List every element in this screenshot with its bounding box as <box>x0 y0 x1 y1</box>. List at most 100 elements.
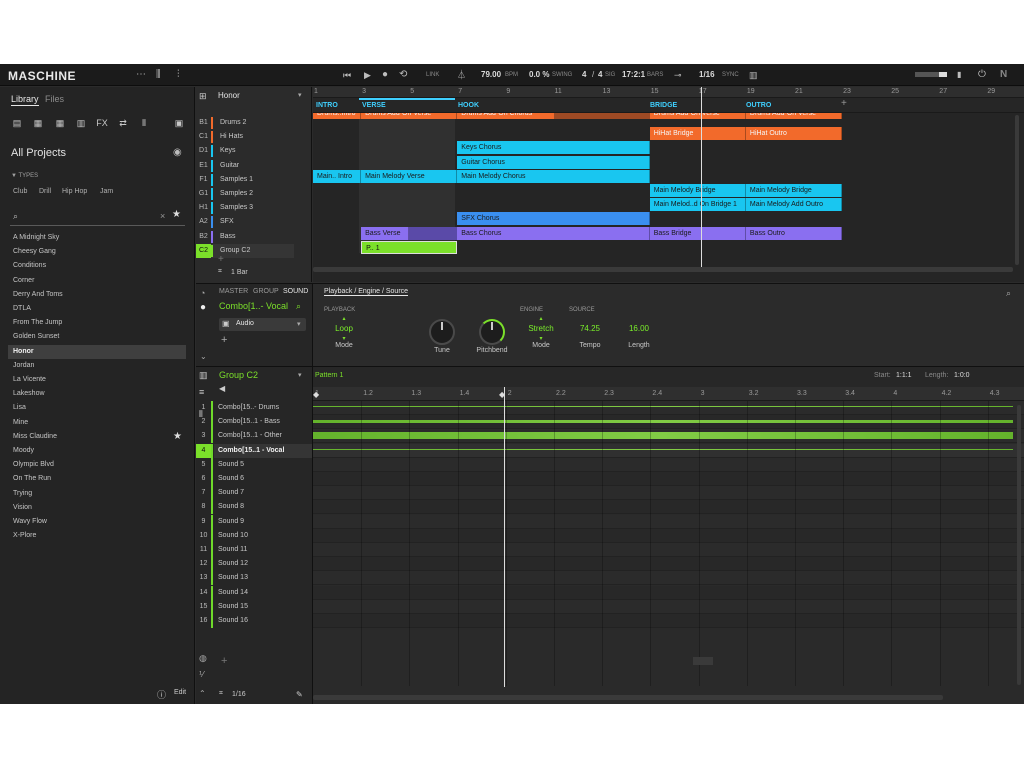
arrangement-clip[interactable]: Main Melod..d On Bridge 1 <box>649 198 746 212</box>
project-item[interactable]: Wavy Flow <box>8 515 186 529</box>
pattern-row[interactable] <box>313 543 1024 557</box>
add-sound-icon[interactable]: + <box>221 655 227 667</box>
device-search-icon[interactable]: ⌕ <box>1006 288 1011 299</box>
arranger-settings-icon[interactable]: ⊞ <box>199 91 207 102</box>
plugin-slot[interactable]: ▣ Audio ▾ <box>219 318 306 331</box>
plugin-icon[interactable]: ● <box>200 302 206 313</box>
keyboard-view-icon[interactable]: ▥ <box>199 370 208 381</box>
group-name[interactable]: Group C2 <box>219 370 258 380</box>
playhead[interactable] <box>701 87 702 267</box>
project-item[interactable]: Miss Claudine <box>8 430 186 444</box>
project-item[interactable]: From The Jump <box>8 316 186 330</box>
arranger-lane[interactable]: C1 Hi Hats <box>196 130 294 144</box>
sound-slot[interactable]: 12 Sound 12 <box>200 557 312 572</box>
play-icon[interactable]: ▶ <box>364 64 371 86</box>
group-dropdown-icon[interactable]: ▾ <box>298 371 302 379</box>
project-item[interactable]: Olympic Blvd <box>8 458 186 472</box>
velocity-handle[interactable] <box>693 657 713 665</box>
project-item[interactable]: Trying <box>8 487 186 501</box>
keyboard-icon[interactable]: ▥ <box>749 64 758 86</box>
arranger-lane[interactable]: B1 Drums 2 <box>196 116 294 130</box>
project-item[interactable]: Lisa <box>8 401 186 415</box>
arrangement-clip[interactable]: SFX Chorus <box>457 212 650 226</box>
time-sig-denominator[interactable]: 4 <box>598 64 602 86</box>
arranger-lane[interactable]: F1 Samples 1 <box>196 173 294 187</box>
project-item[interactable]: Vision <box>8 501 186 515</box>
arrangement-clip[interactable]: Main Melody Bridge <box>745 184 843 197</box>
arrangement-clip[interactable]: Bass Verse <box>361 226 410 240</box>
tune-knob[interactable] <box>429 319 455 345</box>
project-item[interactable]: On The Run <box>8 472 186 486</box>
parameter-page-tab[interactable]: Playback / Engine / Source <box>324 288 409 296</box>
projects-icon[interactable]: ▤ <box>11 118 23 128</box>
length-value[interactable]: 1:0:0 <box>954 372 970 379</box>
arrangement-clip[interactable]: Bass Chorus <box>457 226 650 240</box>
arrangement-clip[interactable]: Bass Bridge <box>649 226 746 240</box>
power-icon[interactable]: ⏻ <box>978 64 986 86</box>
grid-value[interactable]: 1/16 <box>699 64 715 86</box>
arrangement-clip[interactable]: Main Melody Add Outro <box>745 198 843 212</box>
sound-slot[interactable]: 3 Combo[15..1 - Other <box>202 429 312 444</box>
sound-slot[interactable]: 1 Combo[15..- Drums <box>202 401 312 415</box>
section-label[interactable]: OUTRO <box>743 98 839 113</box>
pattern-playhead[interactable] <box>504 387 505 687</box>
mixer-icon[interactable]: ⫶ <box>177 64 180 86</box>
project-item[interactable]: X-Plore <box>8 529 186 543</box>
arrangement-clip[interactable]: Main Melody Chorus <box>457 169 650 183</box>
arranger-ruler[interactable] <box>313 87 1024 98</box>
pattern-grid[interactable]: 1 1.2 1.3 1.4 2 2.2 2.3 2.4 3 3.2 3.3 3.4 4 4.2 4.3 ◆ … <box>313 387 1024 704</box>
search-input[interactable] <box>26 211 156 223</box>
arrangement-clip[interactable]: HiHat Outro <box>745 127 843 141</box>
pattern-grid-value[interactable]: 1/16 <box>232 691 246 698</box>
project-item[interactable]: Jordan <box>8 359 186 373</box>
start-value[interactable]: 1:1:1 <box>896 372 912 379</box>
pattern-row[interactable] <box>313 614 1024 628</box>
arrangement-clip[interactable]: Guitar Chorus <box>457 155 650 169</box>
project-item[interactable]: Lakeshow <box>8 387 186 401</box>
project-dropdown-icon[interactable]: ▾ <box>298 91 302 99</box>
project-item[interactable]: A Midnight Sky <box>8 231 186 245</box>
types-header[interactable]: ▼ TYPES <box>11 173 38 179</box>
menu-icon[interactable]: ⋯ <box>136 64 146 86</box>
clear-search-icon[interactable]: × <box>160 211 165 221</box>
type-tag-club[interactable]: Club <box>13 188 27 195</box>
time-sig-numerator[interactable]: 4 <box>582 64 586 86</box>
pattern-row[interactable] <box>313 457 1024 472</box>
type-tag-hip-hop[interactable]: Hip Hop <box>62 188 87 195</box>
tab-library[interactable]: Library <box>11 94 39 106</box>
param-engine-mode[interactable]: ▴ Stretch ▾ Mode <box>513 316 569 349</box>
sound-slot[interactable]: 8 Sound 8 <box>202 500 312 515</box>
arranger-lane[interactable]: D1 Keys <box>196 144 294 158</box>
section-label[interactable]: HOOK <box>455 98 647 113</box>
arrangement-clip[interactable]: P.. 1 <box>361 240 458 254</box>
tempo-value[interactable]: 79.00 <box>481 64 501 86</box>
pattern-row[interactable] <box>313 585 1024 600</box>
rewind-icon[interactable]: ⏮ <box>343 64 351 86</box>
sound-search-icon[interactable]: ⌕ <box>296 301 301 312</box>
arrangement-clip[interactable]: Drums..Intro <box>313 113 362 119</box>
sound-slot[interactable]: 16 Sound 16 <box>200 614 312 628</box>
tab-master[interactable]: MASTER <box>219 288 248 295</box>
sync-button[interactable]: SYNC <box>722 64 739 86</box>
pattern-row[interactable] <box>313 557 1024 572</box>
favorite-star-icon[interactable]: ★ <box>173 431 182 442</box>
pattern-row[interactable] <box>313 599 1024 614</box>
sound-slot[interactable]: 10 Sound 10 <box>200 528 312 543</box>
project-item[interactable]: Golden Sunset <box>8 330 186 344</box>
pattern-row[interactable] <box>313 514 1024 529</box>
pattern-row[interactable] <box>313 486 1024 501</box>
loop-start-marker-icon[interactable]: ◆ <box>313 390 319 399</box>
loops-icon[interactable]: ⇄ <box>117 118 129 128</box>
tab-group[interactable]: GROUP <box>253 288 279 295</box>
arranger-lane[interactable]: A2 SFX <box>196 215 294 229</box>
pattern-row[interactable] <box>313 500 1024 515</box>
pattern-horizontal-scrollbar[interactable] <box>313 695 943 700</box>
section-label[interactable]: BRIDGE <box>647 98 743 113</box>
project-item[interactable]: Moody <box>8 444 186 458</box>
arranger-lane[interactable]: C2 Group C2 <box>196 243 294 258</box>
project-item[interactable]: Derry And Toms <box>8 288 186 302</box>
sound-slot[interactable]: 14 Sound 14 <box>200 585 312 600</box>
pattern-row[interactable] <box>313 528 1024 543</box>
bar-length[interactable]: 1 Bar <box>231 269 248 276</box>
speaker-icon[interactable]: ◀ <box>219 384 225 393</box>
